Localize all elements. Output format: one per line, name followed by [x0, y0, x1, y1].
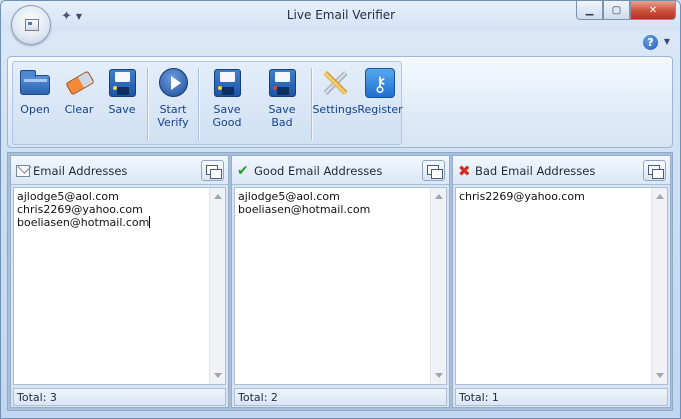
- register-button[interactable]: ⚷ Register: [357, 67, 403, 116]
- register-label: Register: [357, 103, 403, 116]
- bad-email-addresses-pane: ✖ Bad Email Addresses chris2269@yahoo.co…: [452, 155, 671, 408]
- vertical-scrollbar[interactable]: [430, 188, 446, 384]
- pane-header: ✔ Good Email Addresses: [232, 156, 449, 185]
- start-verify-button[interactable]: Start Verify: [151, 67, 195, 129]
- app-window: ✦ ▼ Live Email Verifier ▁ ▢ ✕ ? ▼ Open C…: [0, 0, 681, 419]
- window-controls: ▁ ▢ ✕: [576, 1, 676, 20]
- clear-label: Clear: [64, 103, 94, 116]
- list-item: chris2269@yahoo.com: [17, 203, 143, 216]
- list-item: ajlodge5@aol.com: [238, 190, 340, 203]
- close-button[interactable]: ✕: [630, 1, 676, 20]
- total-count: Total: 3: [17, 391, 57, 404]
- open-label: Open: [20, 103, 50, 116]
- title-bar: ✦ ▼ Live Email Verifier ▁ ▢ ✕: [1, 1, 680, 31]
- good-email-addresses-pane: ✔ Good Email Addresses ajlodge5@aol.com …: [231, 155, 450, 408]
- app-logo-icon: [25, 19, 39, 31]
- x-mark-icon: ✖: [458, 162, 471, 180]
- checkmark-icon: ✔: [237, 163, 249, 179]
- good-email-addresses-textbox[interactable]: ajlodge5@aol.com boeliasen@hotmail.com: [234, 187, 447, 385]
- floppy-disk-icon: [106, 67, 138, 99]
- save-good-button[interactable]: Save Good: [199, 67, 255, 129]
- list-item: boeliasen@hotmail.com: [238, 203, 371, 216]
- maximize-button[interactable]: ▢: [603, 1, 630, 20]
- quick-access-toolbar[interactable]: ✦ ▼: [61, 7, 101, 25]
- chevron-down-icon[interactable]: ▼: [76, 12, 82, 21]
- floppy-disk-icon: [266, 67, 298, 99]
- envelope-icon: [16, 165, 30, 177]
- magic-wand-icon[interactable]: ✦: [61, 9, 72, 24]
- key-icon: ⚷: [364, 67, 396, 99]
- minimize-icon: ▁: [585, 4, 594, 16]
- list-item: boeliasen@hotmail.com: [17, 216, 151, 229]
- minimize-button[interactable]: ▁: [576, 1, 603, 20]
- clear-button[interactable]: Clear: [59, 67, 99, 116]
- pane-footer: Total: 2: [234, 388, 447, 406]
- save-button[interactable]: Save: [105, 67, 139, 116]
- save-bad-label: Save Bad: [268, 103, 296, 129]
- total-count: Total: 1: [459, 391, 499, 404]
- pane-header: Email Addresses: [11, 156, 228, 185]
- play-icon: [157, 67, 189, 99]
- text-cursor: [149, 216, 151, 228]
- scroll-up-arrow-icon[interactable]: [656, 194, 664, 199]
- copy-button[interactable]: [201, 160, 224, 181]
- save-bad-button[interactable]: Save Bad: [258, 67, 306, 129]
- total-count: Total: 2: [238, 391, 278, 404]
- bad-email-addresses-textbox[interactable]: chris2269@yahoo.com: [455, 187, 668, 385]
- start-verify-label-line2: Verify: [157, 116, 189, 129]
- open-button[interactable]: Open: [15, 67, 55, 116]
- start-verify-label-line1: Start: [159, 103, 187, 116]
- scroll-up-arrow-icon[interactable]: [435, 194, 443, 199]
- email-addresses-textbox[interactable]: ajlodge5@aol.com chris2269@yahoo.com boe…: [13, 187, 226, 385]
- floppy-disk-icon: [211, 67, 243, 99]
- pane-footer: Total: 1: [455, 388, 668, 406]
- ribbon-separator: [147, 68, 148, 140]
- window-title: Live Email Verifier: [286, 8, 396, 22]
- copy-button[interactable]: [643, 160, 666, 181]
- maximize-icon: ▢: [611, 4, 622, 16]
- ribbon-tab-row: ? ▼: [1, 31, 680, 55]
- ribbon: Open Clear Save Start Verify Save Good S…: [7, 56, 673, 148]
- tools-icon: [319, 67, 351, 99]
- pane-title: Email Addresses: [33, 164, 128, 178]
- list-item: chris2269@yahoo.com: [459, 190, 585, 203]
- scroll-up-arrow-icon[interactable]: [214, 194, 222, 199]
- list-item-text: boeliasen@hotmail.com: [17, 216, 150, 229]
- open-folder-icon: [19, 67, 51, 99]
- vertical-scrollbar[interactable]: [651, 188, 667, 384]
- list-item: ajlodge5@aol.com: [17, 190, 119, 203]
- ribbon-group: Open Clear Save Start Verify Save Good S…: [12, 61, 403, 145]
- scroll-down-arrow-icon[interactable]: [656, 373, 664, 378]
- pane-title: Bad Email Addresses: [475, 164, 596, 178]
- email-addresses-pane: Email Addresses ajlodge5@aol.com chris22…: [10, 155, 229, 408]
- email-panes: Email Addresses ajlodge5@aol.com chris22…: [7, 152, 673, 411]
- help-chevron-down-icon[interactable]: ▼: [664, 37, 670, 46]
- save-good-label: Save Good: [212, 103, 242, 129]
- help-button[interactable]: ?: [643, 35, 658, 50]
- settings-label: Settings: [312, 103, 358, 116]
- pane-title: Good Email Addresses: [254, 164, 383, 178]
- close-icon: ✕: [648, 4, 658, 16]
- settings-button[interactable]: Settings: [312, 67, 358, 116]
- save-label: Save: [108, 103, 136, 116]
- eraser-icon: [63, 67, 95, 99]
- scroll-down-arrow-icon[interactable]: [435, 373, 443, 378]
- scroll-down-arrow-icon[interactable]: [214, 373, 222, 378]
- application-menu-button[interactable]: [11, 5, 51, 45]
- pane-header: ✖ Bad Email Addresses: [453, 156, 670, 185]
- copy-button[interactable]: [422, 160, 445, 181]
- vertical-scrollbar[interactable]: [209, 188, 225, 384]
- pane-footer: Total: 3: [13, 388, 226, 406]
